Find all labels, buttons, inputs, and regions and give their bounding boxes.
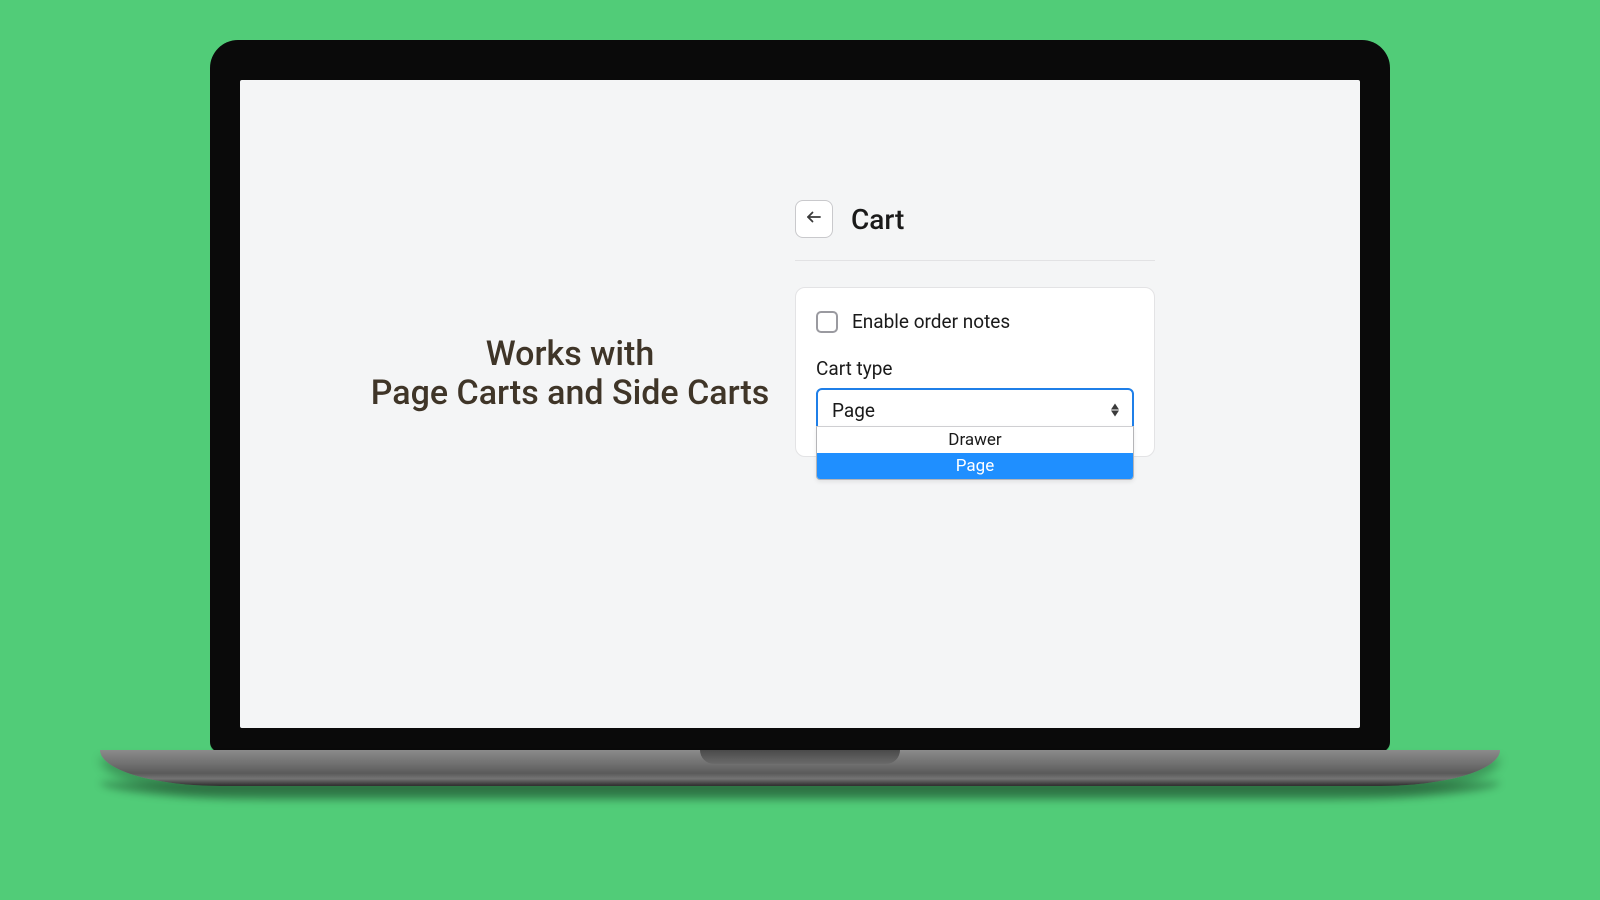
- laptop-base: [100, 750, 1500, 786]
- cart-type-label: Cart type: [816, 357, 1134, 380]
- laptop-lid: Works with Page Carts and Side Carts Car…: [210, 40, 1390, 752]
- panel-title: Cart: [851, 203, 904, 236]
- cart-type-option-drawer[interactable]: Drawer: [817, 427, 1133, 453]
- cart-type-dropdown: Drawer Page: [816, 426, 1134, 480]
- enable-order-notes-label: Enable order notes: [852, 310, 1010, 333]
- select-caret-icon: [1110, 404, 1120, 417]
- laptop-mockup: Works with Page Carts and Side Carts Car…: [210, 40, 1390, 786]
- cart-settings-card: Enable order notes Cart type Page Drawer…: [795, 287, 1155, 457]
- settings-panel: Cart Enable order notes Cart type Page: [795, 200, 1155, 457]
- marketing-tagline: Works with Page Carts and Side Carts: [330, 335, 810, 413]
- cart-type-option-page[interactable]: Page: [817, 453, 1133, 479]
- cart-type-selected-value: Page: [832, 399, 875, 422]
- enable-order-notes-checkbox[interactable]: [816, 311, 838, 333]
- arrow-left-icon: [805, 208, 823, 230]
- screen: Works with Page Carts and Side Carts Car…: [240, 80, 1360, 728]
- panel-header: Cart: [795, 200, 1155, 261]
- back-button[interactable]: [795, 200, 833, 238]
- enable-order-notes-row: Enable order notes: [816, 310, 1134, 333]
- laptop-notch: [700, 750, 900, 764]
- tagline-line-1: Works with: [330, 335, 810, 374]
- tagline-line-2: Page Carts and Side Carts: [330, 374, 810, 413]
